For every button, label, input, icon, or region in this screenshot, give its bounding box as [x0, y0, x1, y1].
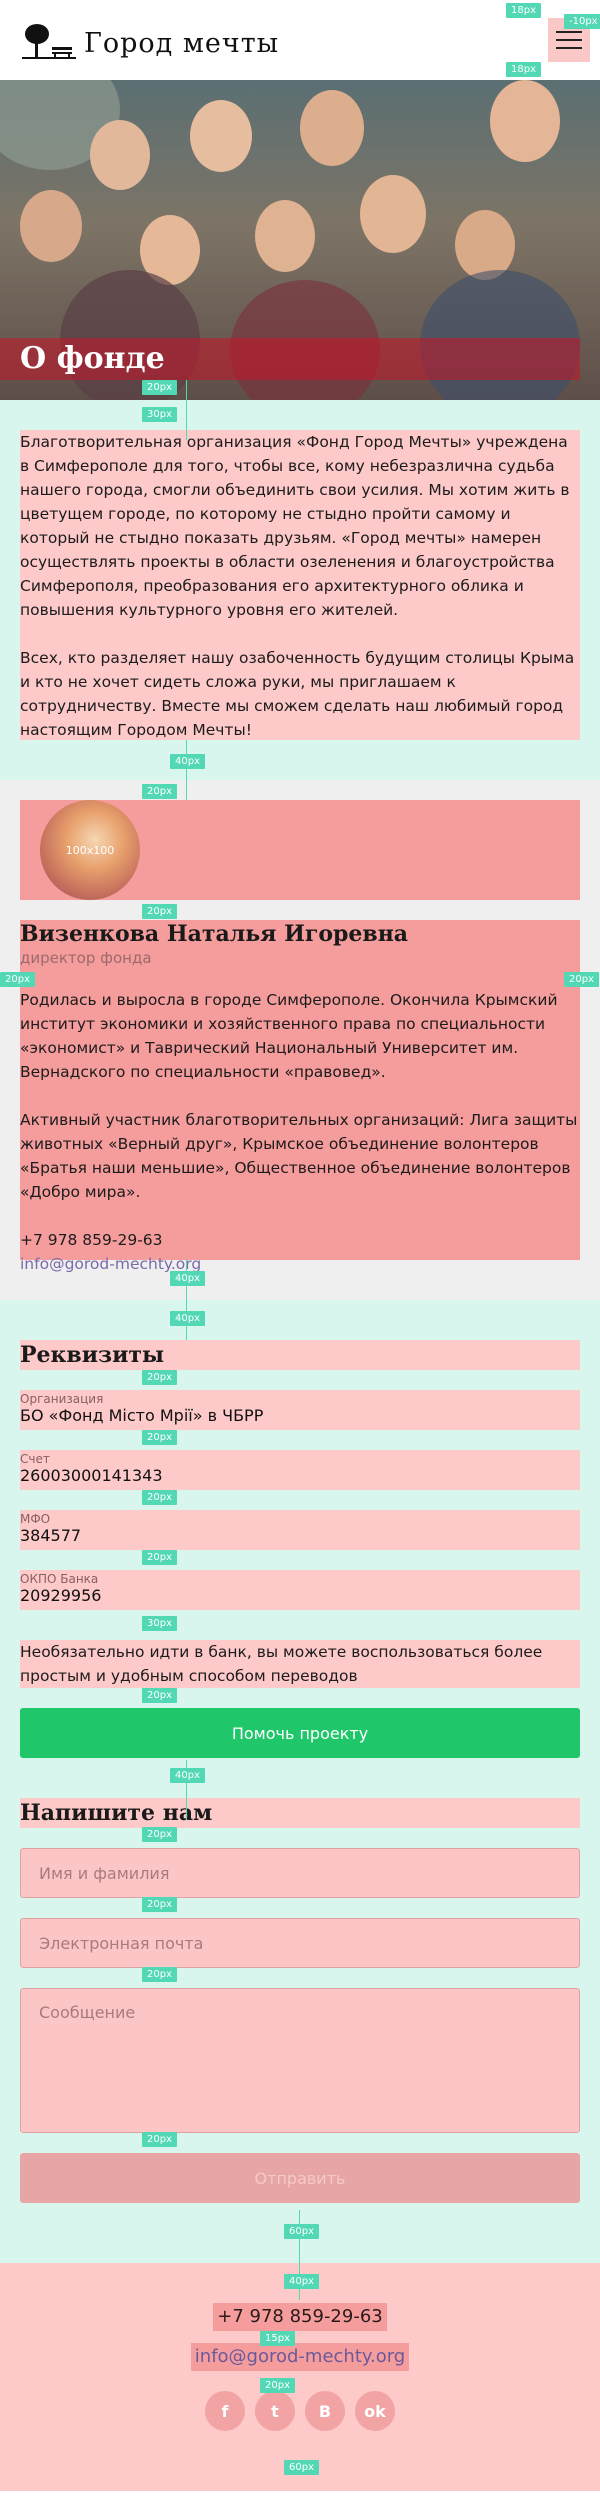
spacing-tag: 15px — [260, 2331, 295, 2346]
spacing-tag: 30px — [142, 1616, 177, 1631]
contact-section: Напишите нам Имя и фамилия Электронная п… — [0, 1788, 600, 2263]
spacing-tag: 20px — [142, 1827, 177, 1842]
requisite-field: Счет 26003000141343 — [20, 1450, 580, 1490]
director-phone[interactable]: +7 978 859-29-63 — [20, 1228, 580, 1252]
requisite-label: Счет — [20, 1452, 50, 1466]
director-name: Визенкова Наталья Игоревна — [20, 921, 409, 947]
requisite-field: Организация БО «Фонд Місто Мрії» в ЧБРР — [20, 1390, 580, 1430]
spacing-guide-line — [186, 380, 187, 440]
director-position: директор фонда — [20, 949, 152, 967]
menu-line-icon — [556, 31, 582, 33]
spacing-tag: 60px — [284, 2224, 319, 2239]
spacing-tag: 40px — [284, 2274, 319, 2289]
spacing-tag: 20px — [142, 1490, 177, 1505]
spacing-tag: 20px — [142, 2132, 177, 2147]
spacing-tag: 20px — [142, 1967, 177, 1982]
avatar-size-label: 100x100 — [65, 843, 115, 857]
odnoklassniki-icon[interactable]: ok — [355, 2391, 395, 2431]
requisite-value: БО «Фонд Місто Мрії» в ЧБРР — [20, 1406, 264, 1425]
footer-phone[interactable]: +7 978 859-29-63 — [213, 2303, 387, 2331]
spacing-tag: 20px — [0, 972, 35, 987]
spacing-tag: 20px — [142, 784, 177, 799]
spacing-tag: 20px — [142, 1897, 177, 1912]
spacing-tag: 20px — [142, 904, 177, 919]
spacing-tag: 40px — [170, 1311, 205, 1326]
spacing-tag: 30px — [142, 407, 177, 422]
menu-line-icon — [556, 39, 582, 41]
spacing-tag: 20px — [142, 1688, 177, 1703]
requisites-section: Реквизиты Организация БО «Фонд Місто Мрі… — [0, 1300, 600, 1788]
spacing-tag: 40px — [170, 1768, 205, 1783]
requisite-field: ОКПО Банка 20929956 — [20, 1570, 580, 1610]
requisite-value: 384577 — [20, 1526, 82, 1545]
about-paragraph: Благотворительная организация «Фонд Горо… — [20, 433, 570, 619]
director-email-link[interactable]: info@gorod-mechty.org — [20, 1252, 580, 1276]
message-field[interactable]: Сообщение — [20, 1988, 580, 2133]
logo-text: Город мечты — [84, 27, 280, 59]
director-card: 100x100 — [20, 800, 580, 900]
spacing-tag: 18px — [506, 3, 541, 18]
director-bio: Родилась и выросла в городе Симферополе.… — [20, 991, 558, 1081]
about-paragraph: Всех, кто разделяет нашу озабоченность б… — [20, 649, 575, 739]
site-footer: +7 978 859-29-63 info@gorod-mechty.org f… — [0, 2263, 600, 2491]
spacing-tag: 40px — [170, 754, 205, 769]
email-field[interactable]: Электронная почта — [20, 1918, 580, 1968]
director-bio: Активный участник благотворительных орга… — [20, 1111, 578, 1201]
spacing-guide-line — [186, 740, 187, 800]
requisite-label: ОКПО Банка — [20, 1572, 99, 1586]
director-info: Визенкова Наталья Игоревна директор фонд… — [20, 920, 580, 1273]
logo[interactable]: Город мечты — [20, 23, 279, 63]
about-section: Благотворительная организация «Фонд Горо… — [0, 400, 600, 740]
vk-icon[interactable]: B — [305, 2391, 345, 2431]
tree-bench-logo-icon — [22, 24, 76, 59]
requisite-label: Организация — [20, 1392, 104, 1406]
spacing-tag: 20px — [142, 380, 177, 395]
social-links: f t B ok — [0, 2391, 600, 2431]
hero-banner: О фонде — [0, 80, 600, 400]
requisites-note: Необязательно идти в банк, вы можете вос… — [20, 1640, 580, 1688]
requisites-title: Реквизиты — [20, 1340, 580, 1370]
requisite-value: 20929956 — [20, 1586, 102, 1605]
menu-line-icon — [556, 47, 582, 49]
help-project-button[interactable]: Помочь проекту — [20, 1708, 580, 1758]
spacing-tag: 18px — [506, 62, 541, 77]
spacing-tag: 20px — [260, 2378, 295, 2393]
spacing-tag: 20px — [564, 972, 599, 987]
spacing-tag: 60px — [284, 2460, 319, 2475]
twitter-icon[interactable]: t — [255, 2391, 295, 2431]
footer-email-link[interactable]: info@gorod-mechty.org — [190, 2343, 410, 2371]
spacing-tag: 40px — [170, 1271, 205, 1286]
hero-title: О фонде — [20, 341, 165, 376]
spacing-tag: -10px — [564, 14, 600, 29]
spacing-tag: 20px — [142, 1430, 177, 1445]
submit-button[interactable]: Отправить — [20, 2153, 580, 2203]
spacing-tag: 20px — [142, 1370, 177, 1385]
facebook-icon[interactable]: f — [205, 2391, 245, 2431]
requisite-value: 26003000141343 — [20, 1466, 163, 1485]
spacing-tag: 20px — [142, 1550, 177, 1565]
name-field[interactable]: Имя и фамилия — [20, 1848, 580, 1898]
director-avatar: 100x100 — [40, 800, 140, 900]
requisite-label: МФО — [20, 1512, 51, 1526]
requisite-field: МФО 384577 — [20, 1510, 580, 1550]
contact-title: Напишите нам — [20, 1798, 580, 1828]
director-section: 100x100 Визенкова Наталья Игоревна дирек… — [0, 780, 600, 1300]
